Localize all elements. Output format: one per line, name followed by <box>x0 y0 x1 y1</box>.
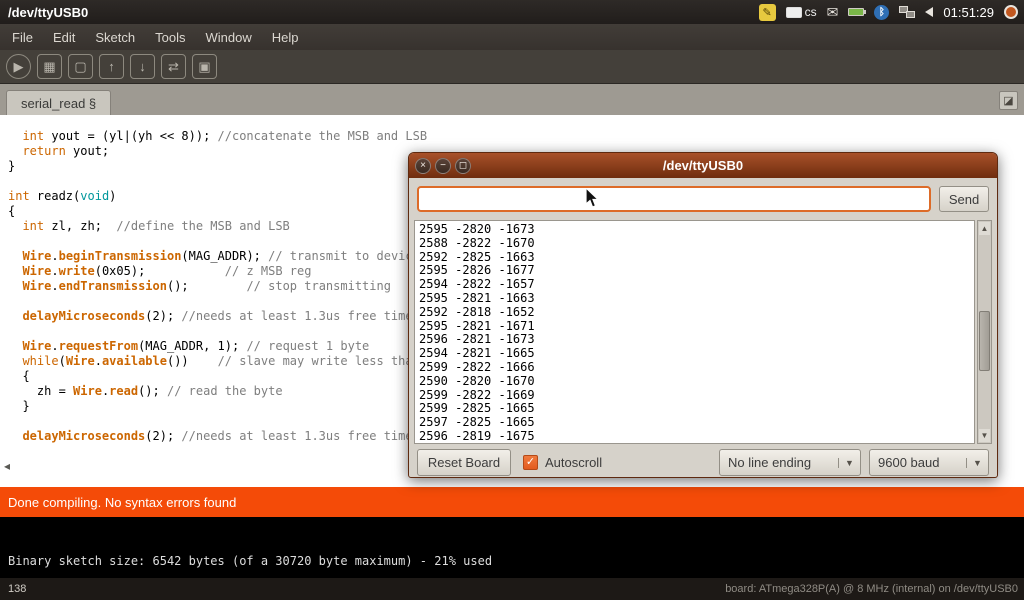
serial-line: 2599 -2825 -1665 <box>419 401 970 415</box>
autoscroll-label: Autoscroll <box>545 455 602 470</box>
autoscroll-checkbox[interactable]: ✓ <box>523 455 538 470</box>
battery-icon[interactable] <box>848 8 864 16</box>
session-menu-icon[interactable] <box>1004 5 1018 19</box>
scroll-up-icon[interactable]: ▲ <box>979 222 990 235</box>
serial-line: 2595 -2821 -1671 <box>419 319 970 333</box>
menubar: FileEditSketchToolsWindowHelp <box>0 24 1024 50</box>
menubar-items: FileEditSketchToolsWindowHelp <box>0 26 308 49</box>
serial-line: 2596 -2821 -1673 <box>419 332 970 346</box>
notes-icon[interactable]: ✎ <box>759 4 776 21</box>
tab-serial-read[interactable]: serial_read § <box>6 90 111 115</box>
cursor-line-number: 138 <box>0 583 26 595</box>
serial-line: 2595 -2826 -1677 <box>419 263 970 277</box>
close-icon[interactable]: × <box>415 158 431 174</box>
chevron-down-icon: ▼ <box>966 458 988 468</box>
serial-line: 2597 -2825 -1665 <box>419 415 970 429</box>
baud-rate-value: 9600 baud <box>870 450 966 475</box>
code-line: int yout = (yl|(yh << 8)); //concatenate… <box>8 129 1024 144</box>
serial-scrollbar[interactable]: ▲ ▼ <box>977 220 992 444</box>
statusline: 138 board: ATmega328P(A) @ 8 MHz (intern… <box>0 578 1024 600</box>
save-button[interactable]: ↓ <box>130 54 155 79</box>
compile-status-message: Done compiling. No syntax errors found <box>8 495 236 510</box>
send-button[interactable]: Send <box>939 186 989 212</box>
serial-line: 2592 -2825 -1663 <box>419 250 970 264</box>
serial-line: 2592 -2818 -1652 <box>419 305 970 319</box>
serial-monitor-button[interactable]: ▣ <box>192 54 217 79</box>
mouse-cursor <box>585 188 601 210</box>
serial-monitor-title: /dev/ttyUSB0 <box>409 158 997 173</box>
serial-monitor-window: /dev/ttyUSB0 × − ◻ Send 2595 -2820 -1673… <box>408 152 998 478</box>
serial-line: 2595 -2821 -1663 <box>419 291 970 305</box>
toolbar: ▶▦▢↑↓⇄▣ <box>0 50 1024 84</box>
bluetooth-icon[interactable]: ᛒ <box>874 5 889 20</box>
board-info: board: ATmega328P(A) @ 8 MHz (internal) … <box>725 583 1024 595</box>
serial-line: 2594 -2822 -1657 <box>419 277 970 291</box>
serial-line: 2596 -2819 -1675 <box>419 429 970 443</box>
serial-line: 2588 -2822 -1670 <box>419 236 970 250</box>
stop-button[interactable]: ▦ <box>37 54 62 79</box>
top-panel: /dev/ttyUSB0 ✎ cs ✉ ᛒ 01:51:29 <box>0 0 1024 24</box>
serial-line: 2599 -2822 -1666 <box>419 360 970 374</box>
mail-icon[interactable]: ✉ <box>827 4 839 21</box>
serial-monitor-titlebar[interactable]: /dev/ttyUSB0 × − ◻ <box>409 153 997 178</box>
scrollbar-thumb[interactable] <box>979 311 990 371</box>
menu-sketch[interactable]: Sketch <box>85 26 145 49</box>
tab-menu-button[interactable]: ◪ <box>999 91 1018 110</box>
serial-line: 2595 -2820 -1673 <box>419 222 970 236</box>
clock[interactable]: 01:51:29 <box>943 5 994 20</box>
serial-monitor-controls: Reset Board ✓ Autoscroll No line ending … <box>409 449 997 479</box>
menu-window[interactable]: Window <box>195 26 261 49</box>
menu-tools[interactable]: Tools <box>145 26 195 49</box>
volume-icon[interactable] <box>925 7 933 17</box>
serial-line: 2599 -2822 -1669 <box>419 388 970 402</box>
chevron-down-icon: ▼ <box>838 458 860 468</box>
open-button[interactable]: ↑ <box>99 54 124 79</box>
maximize-icon[interactable]: ◻ <box>455 158 471 174</box>
network-icon[interactable] <box>899 6 915 18</box>
window-title: /dev/ttyUSB0 <box>0 5 88 20</box>
line-ending-value: No line ending <box>720 450 838 475</box>
keyboard-layout-label: cs <box>805 5 817 19</box>
window-controls: × − ◻ <box>409 158 471 174</box>
serial-line: 2590 -2820 -1670 <box>419 374 970 388</box>
line-ending-select[interactable]: No line ending ▼ <box>719 449 861 476</box>
system-tray: ✎ cs ✉ ᛒ 01:51:29 <box>759 4 1024 21</box>
baud-rate-select[interactable]: 9600 baud ▼ <box>869 449 989 476</box>
tab-bar: serial_read § ◪ <box>0 84 1024 115</box>
compile-status-bar: Done compiling. No syntax errors found <box>0 487 1024 517</box>
scroll-down-icon[interactable]: ▼ <box>979 429 990 442</box>
console-output: Binary sketch size: 6542 bytes (of a 307… <box>8 554 492 568</box>
upload-button[interactable]: ⇄ <box>161 54 186 79</box>
keyboard-layout-indicator[interactable]: cs <box>786 5 817 19</box>
build-console: Binary sketch size: 6542 bytes (of a 307… <box>0 517 1024 578</box>
keyboard-icon <box>786 7 802 18</box>
serial-output[interactable]: 2595 -2820 -16732588 -2822 -16702592 -28… <box>414 220 975 444</box>
hscroll-left-arrow[interactable]: ◂ <box>4 459 10 473</box>
menu-file[interactable]: File <box>2 26 43 49</box>
new-button[interactable]: ▢ <box>68 54 93 79</box>
menu-edit[interactable]: Edit <box>43 26 85 49</box>
reset-board-button[interactable]: Reset Board <box>417 449 511 476</box>
minimize-icon[interactable]: − <box>435 158 451 174</box>
verify-button[interactable]: ▶ <box>6 54 31 79</box>
serial-line: 2594 -2821 -1665 <box>419 346 970 360</box>
serial-send-input[interactable] <box>417 186 931 212</box>
menu-help[interactable]: Help <box>262 26 309 49</box>
